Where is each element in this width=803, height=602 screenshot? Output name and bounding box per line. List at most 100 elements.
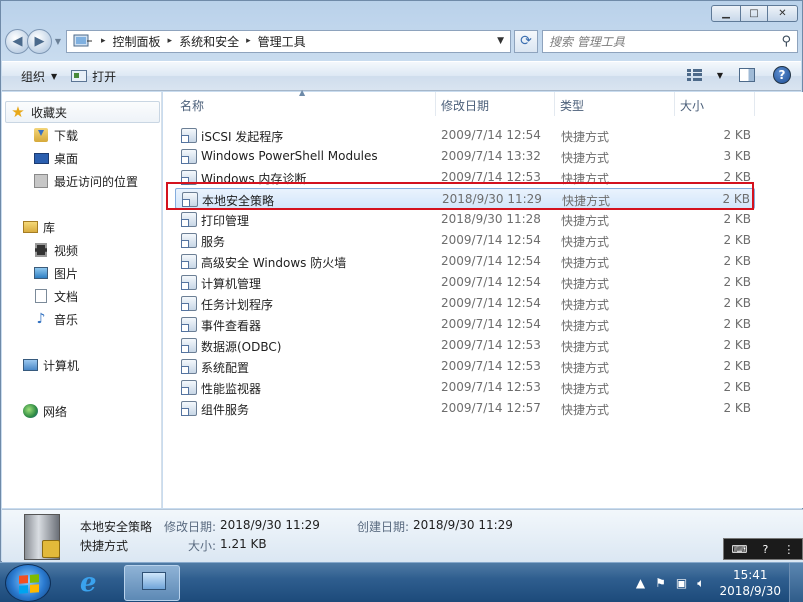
file-name: 组件服务 — [201, 403, 250, 417]
nav-videos[interactable]: 视频 — [33, 240, 78, 260]
nav-recent-places[interactable]: 最近访问的位置 — [33, 171, 138, 191]
column-name[interactable]: 名称 — [180, 97, 204, 114]
shortcut-icon — [181, 338, 197, 353]
file-type: 快捷方式 — [561, 235, 610, 249]
breadcrumb-chevron-icon[interactable]: ▸ — [97, 36, 110, 46]
nav-pictures[interactable]: 图片 — [33, 263, 78, 283]
keyboard-icon[interactable]: ⌨ — [732, 543, 748, 556]
column-divider[interactable] — [554, 92, 555, 116]
details-modified-value: 2018/9/30 11:29 — [220, 518, 320, 532]
downloads-folder-icon — [33, 127, 49, 143]
file-size: 2 KB — [723, 359, 751, 373]
file-type: 快捷方式 — [561, 277, 610, 291]
details-created-value: 2018/9/30 11:29 — [413, 518, 513, 532]
file-date: 2009/7/14 12:53 — [441, 338, 541, 352]
file-date: 2009/7/14 13:32 — [441, 149, 541, 163]
nav-documents[interactable]: 文档 — [33, 286, 78, 306]
maximize-button[interactable]: □ — [741, 5, 768, 22]
address-dropdown-icon[interactable]: ▼ — [497, 36, 504, 46]
column-divider[interactable] — [674, 92, 675, 116]
network-tray-icon[interactable]: ▣ — [676, 576, 687, 590]
search-placeholder: 搜索 管理工具 — [549, 34, 625, 49]
help-icon[interactable]: ? — [763, 543, 769, 556]
nav-favorites[interactable]: ★ 收藏夹 — [10, 102, 67, 122]
libraries-icon — [22, 219, 38, 235]
action-center-flag-icon[interactable]: ⚑ — [655, 576, 666, 590]
breadcrumb-chevron-icon[interactable]: ▸ — [242, 36, 255, 46]
nav-computer-label: 计算机 — [43, 358, 80, 373]
file-list: ▲ 名称 修改日期 类型 大小 iSCSI 发起程序 2009/7/14 12:5… — [163, 88, 803, 508]
file-date: 2018/9/30 11:28 — [441, 212, 541, 226]
search-icon[interactable]: ⚲ — [781, 34, 791, 49]
ime-options-icon[interactable]: ⋮ — [783, 543, 794, 556]
ime-language-bar[interactable]: ⌨ ? ⋮ — [723, 538, 803, 560]
clock-date: 2018/9/30 — [719, 584, 781, 598]
preview-pane-icon[interactable] — [739, 68, 755, 82]
file-name: 事件查看器 — [201, 319, 262, 333]
file-row[interactable]: iSCSI 发起程序 2009/7/14 12:54 快捷方式 2 KB — [175, 125, 755, 146]
file-row[interactable]: 系统配置 2009/7/14 12:53 快捷方式 2 KB — [175, 356, 755, 377]
volume-icon[interactable]: 🔈︎ — [697, 576, 704, 591]
nav-music-label: 音乐 — [54, 312, 79, 327]
internet-explorer-icon: e — [80, 568, 97, 598]
nav-pictures-label: 图片 — [54, 266, 79, 281]
file-name: 计算机管理 — [201, 277, 262, 291]
minimize-button[interactable]: ▁ — [711, 5, 741, 22]
windows-logo-icon — [19, 574, 39, 594]
shortcut-icon — [181, 380, 197, 395]
nav-documents-label: 文档 — [54, 289, 79, 304]
file-row[interactable]: 服务 2009/7/14 12:54 快捷方式 2 KB — [175, 230, 755, 251]
file-row[interactable]: 高级安全 Windows 防火墙 2009/7/14 12:54 快捷方式 2 KB — [175, 251, 755, 272]
clock[interactable]: 15:41 2018/9/30 — [719, 567, 781, 599]
nav-music[interactable]: ♪ 音乐 — [33, 309, 78, 329]
pictures-icon — [33, 265, 49, 281]
nav-network[interactable]: 网络 — [22, 401, 67, 421]
file-row[interactable]: 计算机管理 2009/7/14 12:54 快捷方式 2 KB — [175, 272, 755, 293]
taskbar-internet-explorer[interactable]: e — [66, 565, 122, 601]
view-dropdown-icon[interactable]: ▼ — [717, 71, 723, 80]
column-size[interactable]: 大小 — [680, 97, 704, 114]
file-type: 快捷方式 — [561, 298, 610, 312]
nav-libraries[interactable]: 库 — [22, 217, 55, 237]
file-size: 2 KB — [723, 254, 751, 268]
column-date[interactable]: 修改日期 — [441, 97, 489, 114]
refresh-button[interactable]: ⟳ — [514, 29, 538, 53]
nav-downloads[interactable]: 下载 — [33, 125, 78, 145]
file-row[interactable]: 任务计划程序 2009/7/14 12:54 快捷方式 2 KB — [175, 293, 755, 314]
help-icon[interactable]: ? — [773, 66, 791, 84]
file-type: 快捷方式 — [561, 151, 610, 165]
documents-icon — [33, 288, 49, 304]
nav-desktop[interactable]: 桌面 — [33, 148, 78, 168]
file-row[interactable]: 数据源(ODBC) 2009/7/14 12:53 快捷方式 2 KB — [175, 335, 755, 356]
file-row[interactable]: Windows PowerShell Modules 2009/7/14 13:3… — [175, 146, 755, 167]
breadcrumb-control-panel[interactable]: 控制面板 — [110, 31, 164, 52]
column-divider[interactable] — [435, 92, 436, 116]
taskbar-control-panel[interactable] — [124, 565, 180, 601]
file-date: 2009/7/14 12:54 — [441, 233, 541, 247]
breadcrumb-admin-tools[interactable]: 管理工具 — [255, 31, 309, 52]
organize-menu[interactable]: 组织 ▼ — [14, 64, 64, 88]
start-button[interactable] — [5, 564, 51, 602]
navigation-pane: ★ 收藏夹 下载 桌面 最近访问的位置 库 视频 图片 文档 ♪ 音乐 计算机 … — [2, 92, 162, 508]
forward-button[interactable]: ▶ — [27, 28, 52, 54]
column-divider[interactable] — [754, 92, 755, 116]
address-bar[interactable]: ▸ 控制面板 ▸ 系统和安全 ▸ 管理工具 ▼ — [66, 29, 511, 53]
close-button[interactable]: ✕ — [768, 5, 798, 22]
column-type[interactable]: 类型 — [560, 97, 584, 114]
recent-pages-dropdown[interactable]: ▼ — [52, 37, 64, 46]
file-row[interactable]: 组件服务 2009/7/14 12:57 快捷方式 2 KB — [175, 398, 755, 419]
file-row[interactable]: 事件查看器 2009/7/14 12:54 快捷方式 2 KB — [175, 314, 755, 335]
show-hidden-icons-icon[interactable]: ▲ — [636, 576, 645, 590]
open-button[interactable]: 打开 — [64, 64, 123, 88]
file-row[interactable]: 性能监视器 2009/7/14 12:53 快捷方式 2 KB — [175, 377, 755, 398]
search-input[interactable]: 搜索 管理工具 ⚲ — [542, 29, 798, 53]
taskbar: e ▲ ⚑ ▣ 🔈︎ 15:41 2018/9/30 — [0, 562, 803, 602]
show-desktop-button[interactable] — [789, 563, 803, 602]
breadcrumb-chevron-icon[interactable]: ▸ — [164, 36, 177, 46]
nav-computer[interactable]: 计算机 — [22, 355, 79, 375]
file-row[interactable]: 打印管理 2018/9/30 11:28 快捷方式 2 KB — [175, 209, 755, 230]
breadcrumb-system-security[interactable]: 系统和安全 — [176, 31, 242, 52]
view-options-icon[interactable] — [686, 69, 703, 81]
details-pane: 本地安全策略 快捷方式 修改日期: 2018/9/30 11:29 大小: 1.… — [2, 509, 803, 562]
command-bar: 组织 ▼ 打开 ▼ ? — [2, 61, 801, 91]
